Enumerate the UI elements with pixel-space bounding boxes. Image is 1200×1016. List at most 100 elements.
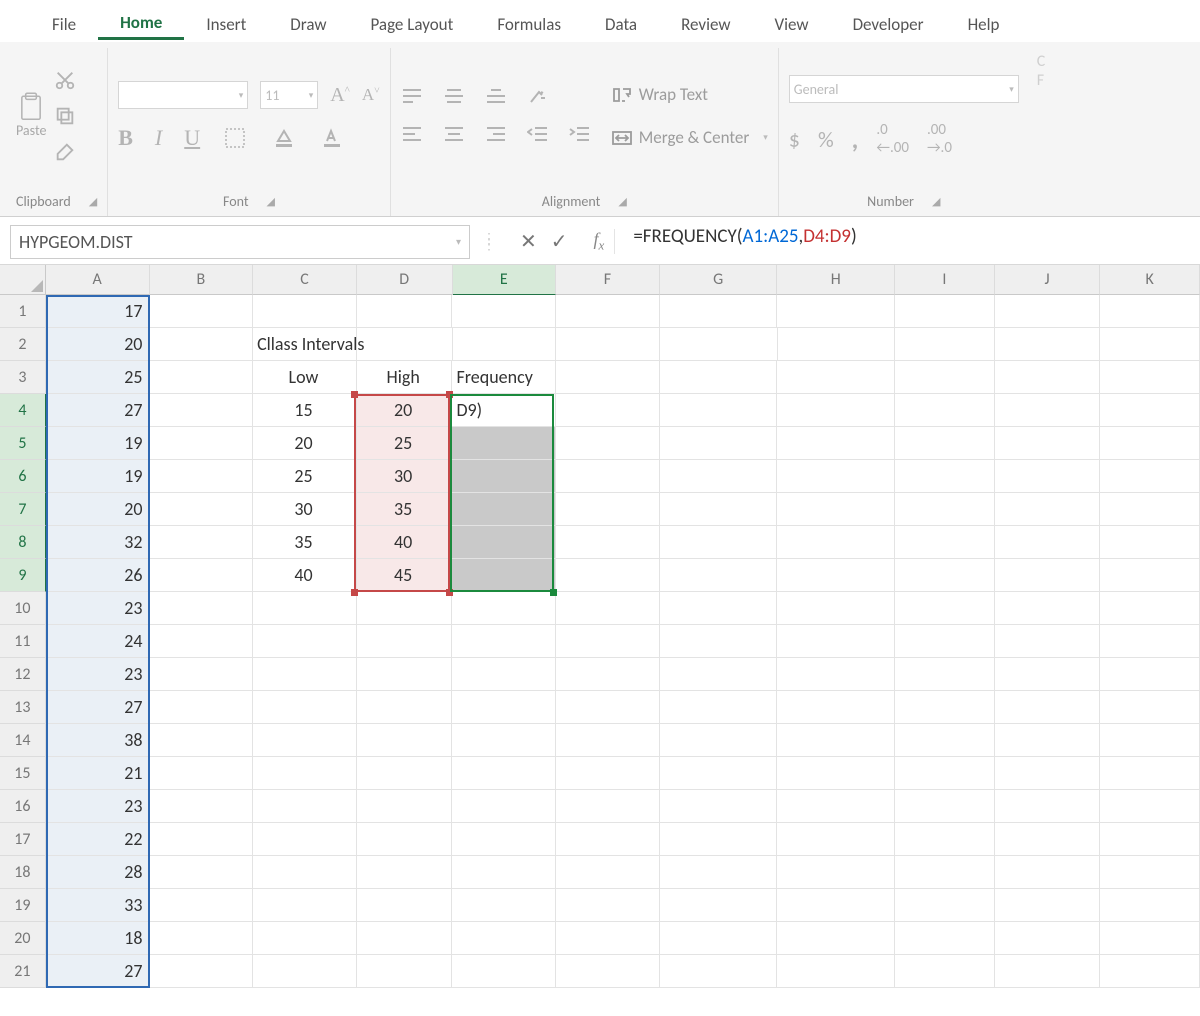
col-header-K[interactable]: K bbox=[1100, 265, 1200, 295]
cell[interactable] bbox=[556, 757, 660, 790]
cell[interactable] bbox=[660, 493, 778, 526]
cell[interactable]: 27 bbox=[46, 691, 150, 724]
cell[interactable] bbox=[253, 922, 357, 955]
cell[interactable]: 33 bbox=[46, 889, 150, 922]
cell[interactable] bbox=[777, 856, 895, 889]
cell[interactable] bbox=[149, 493, 253, 526]
cell[interactable] bbox=[149, 361, 253, 394]
number-format-select[interactable]: General▾ bbox=[789, 75, 1019, 103]
cell[interactable] bbox=[253, 724, 357, 757]
dialog-launcher-icon[interactable]: ◢ bbox=[267, 195, 275, 208]
cell[interactable]: 18 bbox=[46, 922, 150, 955]
cell[interactable] bbox=[895, 658, 995, 691]
cell[interactable] bbox=[149, 757, 253, 790]
cell[interactable] bbox=[660, 295, 778, 328]
cell[interactable]: 20 bbox=[46, 493, 150, 526]
cell[interactable] bbox=[995, 295, 1101, 328]
cell[interactable] bbox=[895, 328, 995, 361]
name-box[interactable]: HYPGEOM.DIST▾ bbox=[10, 225, 470, 259]
cell[interactable] bbox=[1100, 394, 1200, 427]
row-header[interactable]: 16 bbox=[0, 790, 46, 823]
cell[interactable]: 30 bbox=[357, 460, 453, 493]
cell[interactable] bbox=[357, 889, 453, 922]
increase-decimal-button[interactable]: .0←.00 bbox=[876, 121, 909, 157]
cell[interactable]: 40 bbox=[253, 559, 357, 592]
cell[interactable] bbox=[1100, 328, 1200, 361]
cell[interactable] bbox=[149, 856, 253, 889]
cell[interactable]: 22 bbox=[46, 823, 150, 856]
cell[interactable] bbox=[660, 394, 778, 427]
row-header[interactable]: 17 bbox=[0, 823, 46, 856]
cell[interactable] bbox=[357, 295, 453, 328]
cell[interactable] bbox=[1100, 592, 1200, 625]
cell[interactable] bbox=[777, 559, 895, 592]
cell[interactable] bbox=[895, 691, 995, 724]
cell[interactable] bbox=[777, 460, 895, 493]
col-header-H[interactable]: H bbox=[777, 265, 895, 295]
cell[interactable] bbox=[1100, 526, 1200, 559]
cell[interactable] bbox=[556, 361, 660, 394]
cell[interactable] bbox=[556, 427, 660, 460]
cell[interactable] bbox=[357, 955, 453, 988]
cell[interactable] bbox=[556, 559, 660, 592]
cell[interactable] bbox=[660, 658, 778, 691]
cell[interactable] bbox=[452, 460, 556, 493]
row-header[interactable]: 20 bbox=[0, 922, 46, 955]
cell[interactable] bbox=[895, 856, 995, 889]
cell[interactable] bbox=[253, 955, 357, 988]
row-header[interactable]: 3 bbox=[0, 361, 46, 394]
tab-draw[interactable]: Draw bbox=[268, 4, 348, 39]
cell[interactable] bbox=[995, 889, 1101, 922]
cell[interactable] bbox=[556, 394, 660, 427]
align-center-icon[interactable] bbox=[443, 126, 465, 144]
cell[interactable] bbox=[149, 394, 253, 427]
row-header[interactable]: 15 bbox=[0, 757, 46, 790]
cell[interactable] bbox=[357, 790, 453, 823]
tab-home[interactable]: Home bbox=[98, 2, 184, 40]
cell[interactable] bbox=[1100, 889, 1200, 922]
cell[interactable] bbox=[660, 427, 778, 460]
align-right-icon[interactable] bbox=[485, 126, 507, 144]
cell[interactable] bbox=[452, 889, 556, 922]
cell[interactable] bbox=[895, 790, 995, 823]
cancel-formula-button[interactable]: ✕ bbox=[520, 229, 537, 254]
cell[interactable] bbox=[556, 724, 660, 757]
cell[interactable]: Cllass Intervals bbox=[253, 328, 357, 361]
cell[interactable]: 24 bbox=[46, 625, 150, 658]
cell[interactable] bbox=[253, 691, 357, 724]
cell[interactable] bbox=[660, 757, 778, 790]
cell[interactable] bbox=[1100, 724, 1200, 757]
cell[interactable] bbox=[777, 526, 895, 559]
cell[interactable] bbox=[777, 592, 895, 625]
cell[interactable] bbox=[660, 361, 778, 394]
cell[interactable] bbox=[357, 856, 453, 889]
cell[interactable]: High bbox=[357, 361, 453, 394]
cell[interactable] bbox=[1100, 658, 1200, 691]
cell[interactable]: 15 bbox=[253, 394, 357, 427]
row-header[interactable]: 8 bbox=[0, 526, 46, 559]
cell[interactable] bbox=[995, 592, 1101, 625]
cell[interactable] bbox=[660, 856, 778, 889]
cell[interactable] bbox=[357, 592, 453, 625]
format-painter-icon[interactable] bbox=[52, 139, 78, 165]
row-header[interactable]: 13 bbox=[0, 691, 46, 724]
cell[interactable] bbox=[556, 691, 660, 724]
cell[interactable] bbox=[660, 922, 778, 955]
cell[interactable] bbox=[660, 592, 778, 625]
cell[interactable] bbox=[452, 790, 556, 823]
cell[interactable] bbox=[777, 394, 895, 427]
decrease-decimal-button[interactable]: .00→.0 bbox=[927, 121, 952, 157]
row-header[interactable]: 21 bbox=[0, 955, 46, 988]
cell[interactable] bbox=[995, 922, 1101, 955]
cell[interactable] bbox=[253, 658, 357, 691]
accounting-format-button[interactable]: $ bbox=[789, 126, 800, 153]
row-header[interactable]: 10 bbox=[0, 592, 46, 625]
cell[interactable] bbox=[452, 427, 556, 460]
tab-data[interactable]: Data bbox=[583, 4, 659, 39]
cell[interactable] bbox=[895, 757, 995, 790]
cell[interactable] bbox=[777, 955, 895, 988]
row-header[interactable]: 18 bbox=[0, 856, 46, 889]
cell[interactable] bbox=[777, 427, 895, 460]
resize-handle-icon[interactable]: ⋮⋮ bbox=[476, 236, 504, 248]
cell[interactable] bbox=[1100, 790, 1200, 823]
